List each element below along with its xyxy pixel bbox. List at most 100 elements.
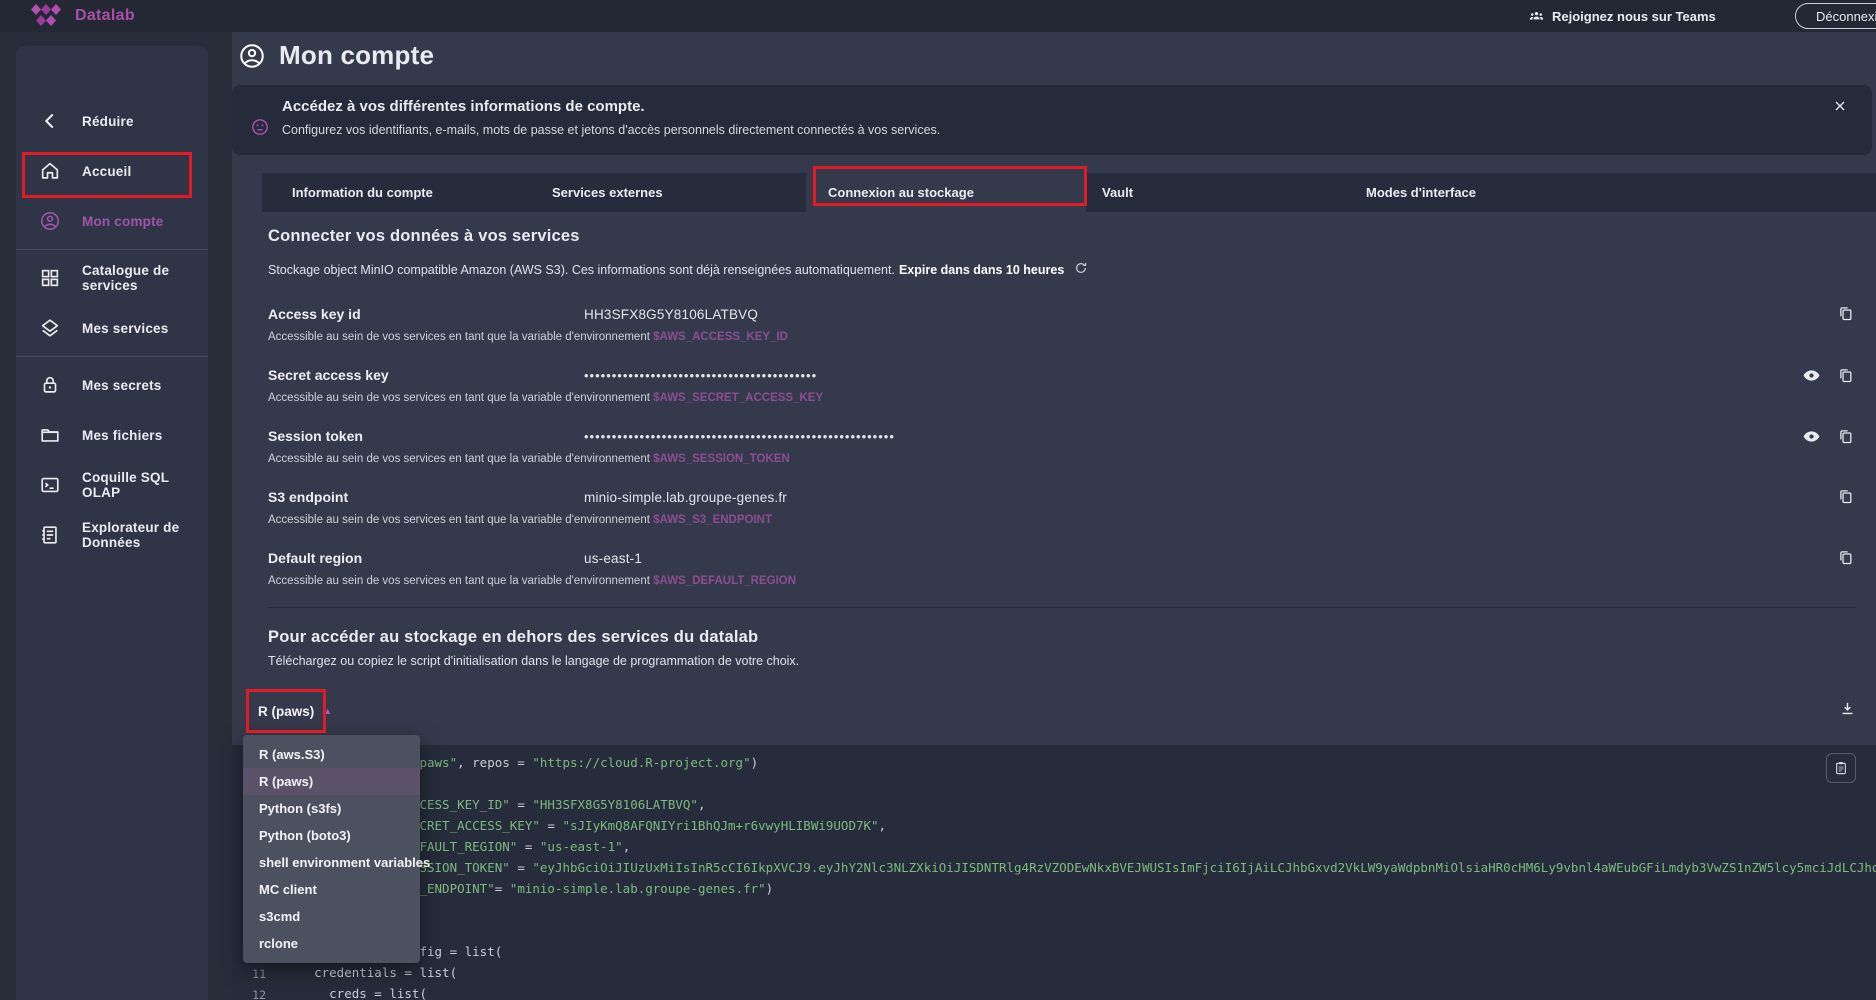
- sidebar-item-secrets[interactable]: Mes secrets: [16, 360, 208, 410]
- code-line: 7 "AWS_S3_ENDPOINT"= "minio-simple.lab.g…: [232, 881, 1876, 902]
- download-icon[interactable]: [1839, 700, 1856, 720]
- menu-item-r-paws-[interactable]: R (paws): [243, 768, 420, 795]
- chevron-left-icon: [39, 111, 61, 131]
- sidebar: Réduire Accueil Mon compte Catalogue de ser…: [16, 46, 208, 1000]
- tab-bar: Information du compte Services externes Co…: [262, 173, 1876, 212]
- sidebar-item-sql-shell[interactable]: Coquille SQL OLAP: [16, 460, 208, 510]
- code-line: 10s3 <- paws::s3(config = list(: [232, 944, 1876, 965]
- menu-item-rclone[interactable]: rclone: [243, 930, 420, 957]
- sidebar-item-label: Coquille SQL OLAP: [82, 470, 208, 500]
- folder-icon: [39, 424, 61, 446]
- brand: Datalab: [28, 2, 135, 29]
- storage-section-title: Connecter vos données à vos services: [268, 227, 580, 246]
- tab-connexion-au-stockage[interactable]: Connexion au stockage: [828, 173, 974, 212]
- people-icon: [1528, 8, 1545, 25]
- menu-item-python-s3fs-[interactable]: Python (s3fs): [243, 795, 420, 822]
- copy-icon[interactable]: [1837, 305, 1854, 325]
- sidebar-item-catalog[interactable]: Catalogue de services: [16, 253, 208, 303]
- chevron-up-icon: ▲: [323, 707, 332, 716]
- banner-subtitle: Configurez vos identifiants, e-mails, mo…: [282, 123, 940, 137]
- tab-services-externes[interactable]: Services externes: [552, 173, 663, 212]
- copy-icon[interactable]: [1837, 488, 1854, 508]
- expiry-text: Expire dans dans 10 heures: [899, 263, 1064, 277]
- code-line: 12 creds = list(: [232, 986, 1876, 1000]
- field-value: us-east-1: [584, 551, 642, 566]
- tab-vault[interactable]: Vault: [1102, 173, 1133, 212]
- layers-icon: [39, 317, 61, 339]
- field-helper: Accessible au sein de vos services en ta…: [268, 331, 1876, 343]
- refresh-icon[interactable]: [1074, 261, 1088, 278]
- logout-button[interactable]: Déconnexion: [1795, 3, 1876, 29]
- language-select[interactable]: R (paws) ▲: [258, 696, 332, 726]
- sidebar-item-my-services[interactable]: Mes services: [16, 303, 208, 353]
- code-line: 5 "AWS_DEFAULT_REGION" = "us-east-1",: [232, 839, 1876, 860]
- menu-item-python-boto3-[interactable]: Python (boto3): [243, 822, 420, 849]
- sidebar-item-label: Mon compte: [82, 214, 164, 229]
- field-helper: Accessible au sein de vos services en ta…: [268, 453, 1876, 465]
- teams-link-label: Rejoignez nous sur Teams: [1552, 9, 1716, 24]
- sidebar-item-data-explorer[interactable]: Explorateur de Données: [16, 510, 208, 560]
- smiley-icon: [250, 99, 270, 155]
- copy-icon[interactable]: [1837, 549, 1854, 569]
- language-menu: R (aws.S3)R (paws)Python (s3fs)Python (b…: [243, 735, 420, 963]
- copy-icon: [1837, 305, 1854, 322]
- eye-icon: [1802, 427, 1821, 446]
- field-row-s3-endpoint: S3 endpointminio-simple.lab.groupe-genes…: [268, 477, 1876, 538]
- dataset-icon: [39, 524, 61, 546]
- env-var-name: $AWS_SECRET_ACCESS_KEY: [653, 392, 823, 404]
- sidebar-item-files[interactable]: Mes fichiers: [16, 410, 208, 460]
- reveal-eye-icon[interactable]: [1802, 427, 1821, 449]
- sidebar-item-label: Mes services: [82, 321, 168, 336]
- copy-icon[interactable]: [1837, 367, 1854, 387]
- tab-information-du-compte[interactable]: Information du compte: [292, 173, 433, 212]
- page-header: Mon compte: [238, 40, 434, 71]
- close-icon[interactable]: [1832, 98, 1848, 117]
- grid-icon: [39, 267, 61, 289]
- account-circle-icon: [39, 210, 61, 232]
- field-label: Default region: [268, 550, 584, 566]
- menu-item-shell-environment-variables[interactable]: shell environment variables: [243, 849, 420, 876]
- field-row-secret-access-key: Secret access key•••••••••••••••••••••••…: [268, 355, 1876, 416]
- page-title: Mon compte: [279, 40, 434, 71]
- line-number: 12: [232, 986, 266, 1000]
- credential-fields: Access key idHH3SFX8G5Y8106LATBVQ Accessi…: [268, 294, 1876, 599]
- sidebar-divider: [16, 249, 208, 250]
- copy-icon[interactable]: [1837, 428, 1854, 448]
- code-line: 3Sys.setenv("AWS_ACCESS_KEY_ID" = "HH3SF…: [232, 797, 1876, 818]
- terminal-icon: [39, 474, 61, 496]
- menu-item-s3cmd[interactable]: s3cmd: [243, 903, 420, 930]
- menu-item-mc-client[interactable]: MC client: [243, 876, 420, 903]
- menu-item-r-aws-s3-[interactable]: R (aws.S3): [243, 741, 420, 768]
- sidebar-item-label: Explorateur de Données: [82, 520, 208, 550]
- sidebar-item-label: Mes secrets: [82, 378, 162, 393]
- datalab-logo-icon: [28, 2, 64, 29]
- sidebar-item-reduce[interactable]: Réduire: [16, 96, 208, 146]
- sidebar-divider: [16, 356, 208, 357]
- field-label: Access key id: [268, 306, 584, 322]
- account-circle-icon: [238, 42, 266, 70]
- field-label: Session token: [268, 428, 584, 444]
- sidebar-item-label: Accueil: [82, 164, 131, 179]
- field-label: Secret access key: [268, 367, 584, 383]
- env-var-name: $AWS_ACCESS_KEY_ID: [653, 331, 788, 343]
- banner-title: Accédez à vos différentes informations d…: [282, 98, 940, 115]
- line-number: 11: [232, 965, 266, 986]
- section-divider: [268, 607, 1856, 608]
- copy-icon: [1837, 488, 1854, 505]
- main-content: Mon compte Accédez à vos différentes inf…: [232, 32, 1876, 1000]
- field-value: HH3SFX8G5Y8106LATBVQ: [584, 307, 758, 322]
- tab-modes-d-interface[interactable]: Modes d'interface: [1366, 173, 1476, 212]
- copy-icon: [1837, 549, 1854, 566]
- copy-icon: [1837, 428, 1854, 445]
- info-banner: Accédez à vos différentes informations d…: [232, 85, 1872, 155]
- sidebar-item-label: Catalogue de services: [82, 263, 208, 293]
- teams-link[interactable]: Rejoignez nous sur Teams: [1528, 0, 1716, 32]
- sidebar-item-account[interactable]: Mon compte: [16, 196, 208, 246]
- sidebar-item-home[interactable]: Accueil: [16, 146, 208, 196]
- reveal-eye-icon[interactable]: [1802, 366, 1821, 388]
- field-value: minio-simple.lab.groupe-genes.fr: [584, 490, 787, 505]
- copy-script-icon[interactable]: [1826, 753, 1856, 783]
- brand-name: Datalab: [75, 7, 135, 25]
- field-helper: Accessible au sein de vos services en ta…: [268, 514, 1876, 526]
- code-line: 11 credentials = list(: [232, 965, 1876, 986]
